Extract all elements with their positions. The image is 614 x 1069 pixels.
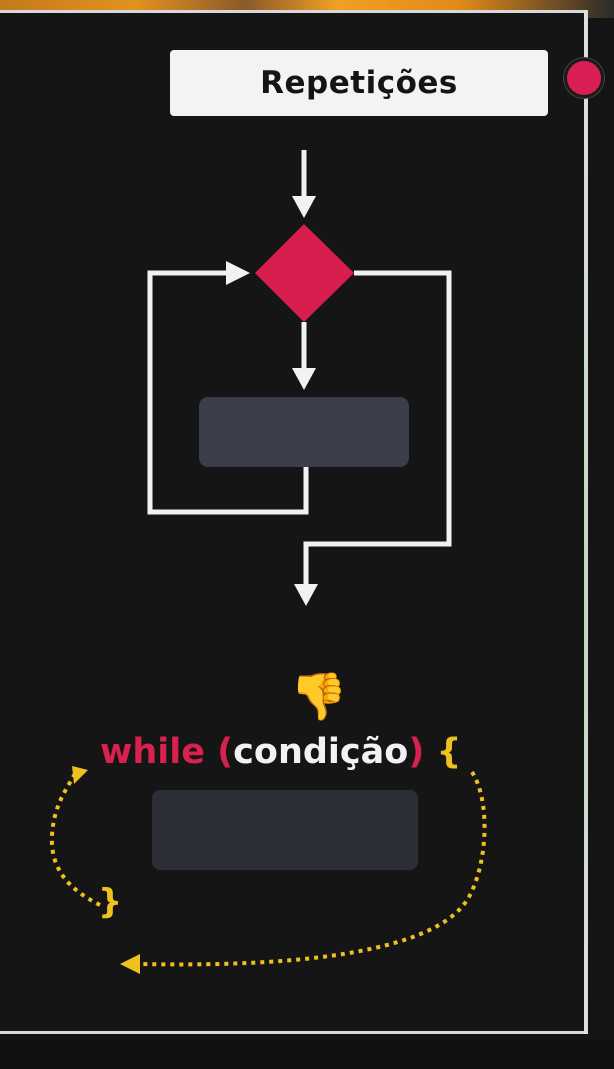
- open-brace: {: [436, 732, 462, 772]
- open-paren: (: [217, 732, 234, 772]
- while-keyword: while: [100, 732, 205, 772]
- loop-body-block: [199, 397, 409, 467]
- true-branch-arrow: [292, 322, 316, 390]
- entry-arrow: [292, 150, 316, 218]
- loop-flowchart: [49, 150, 487, 974]
- while-code-line: while (condição) {: [100, 728, 500, 776]
- decision-diamond: [255, 224, 354, 322]
- condition-text: condição: [233, 732, 409, 772]
- code-body-block: [152, 790, 418, 870]
- close-paren: ): [408, 732, 425, 772]
- close-brace: }: [98, 882, 123, 922]
- thumbs-down-icon: 👎: [290, 669, 348, 723]
- repeat-dotted-arrow-left: [49, 766, 101, 907]
- bottom-strip: [0, 1040, 614, 1069]
